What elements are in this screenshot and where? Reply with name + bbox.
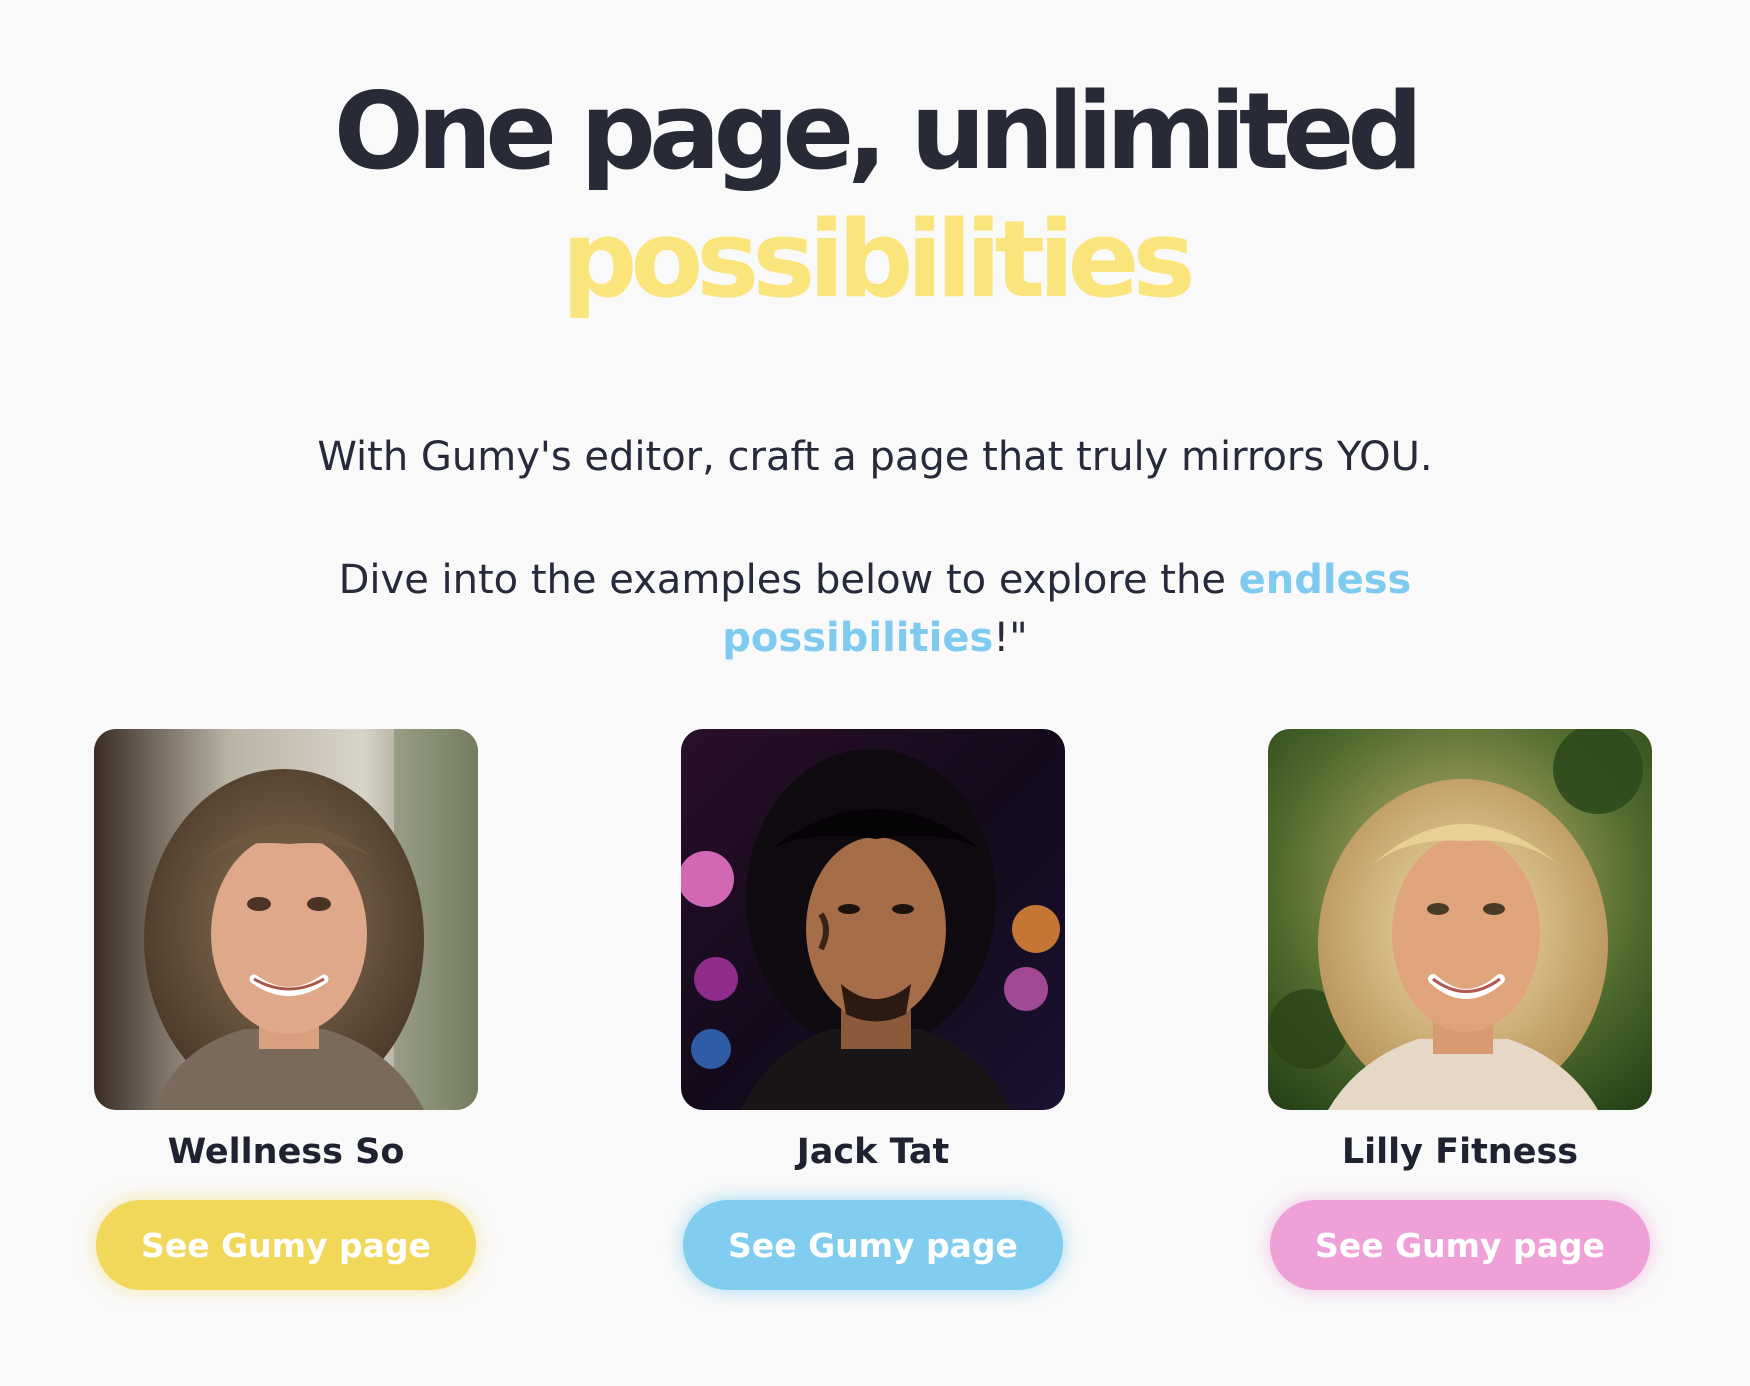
see-gumy-page-button-lilly-fitness[interactable]: See Gumy page (1270, 1200, 1650, 1290)
see-gumy-page-button-wellness-so[interactable]: See Gumy page (96, 1200, 476, 1290)
profile-photo-wellness-so (94, 729, 478, 1110)
profile-photo-jack-tat (681, 729, 1065, 1110)
example-card-lilly-fitness: Lilly Fitness See Gumy page (1268, 729, 1652, 1290)
intro-text: With Gumy's editor, craft a page that tr… (317, 434, 1433, 480)
example-name: Jack Tat (796, 1132, 950, 1172)
headline-highlight: possibilities (561, 198, 1195, 321)
example-card-jack-tat: Jack Tat See Gumy page (681, 729, 1065, 1290)
explore-text: Dive into the examples below to explore … (0, 551, 1750, 667)
explore-text-prefix: Dive into the examples below to explore … (338, 557, 1239, 603)
example-name: Wellness So (167, 1132, 405, 1172)
profile-photo-lilly-fitness (1268, 729, 1652, 1110)
woman-portrait-image (94, 729, 478, 1110)
headline: One page, unlimited (333, 70, 1424, 193)
example-card-wellness-so: Wellness So See Gumy page (94, 729, 478, 1290)
woman-portrait-image (1268, 729, 1652, 1110)
man-portrait-image (681, 729, 1065, 1110)
see-gumy-page-button-jack-tat[interactable]: See Gumy page (683, 1200, 1063, 1290)
example-name: Lilly Fitness (1341, 1132, 1579, 1172)
explore-text-suffix: !" (993, 615, 1028, 661)
hero-section: One page, unlimited possibilities (0, 68, 1750, 324)
